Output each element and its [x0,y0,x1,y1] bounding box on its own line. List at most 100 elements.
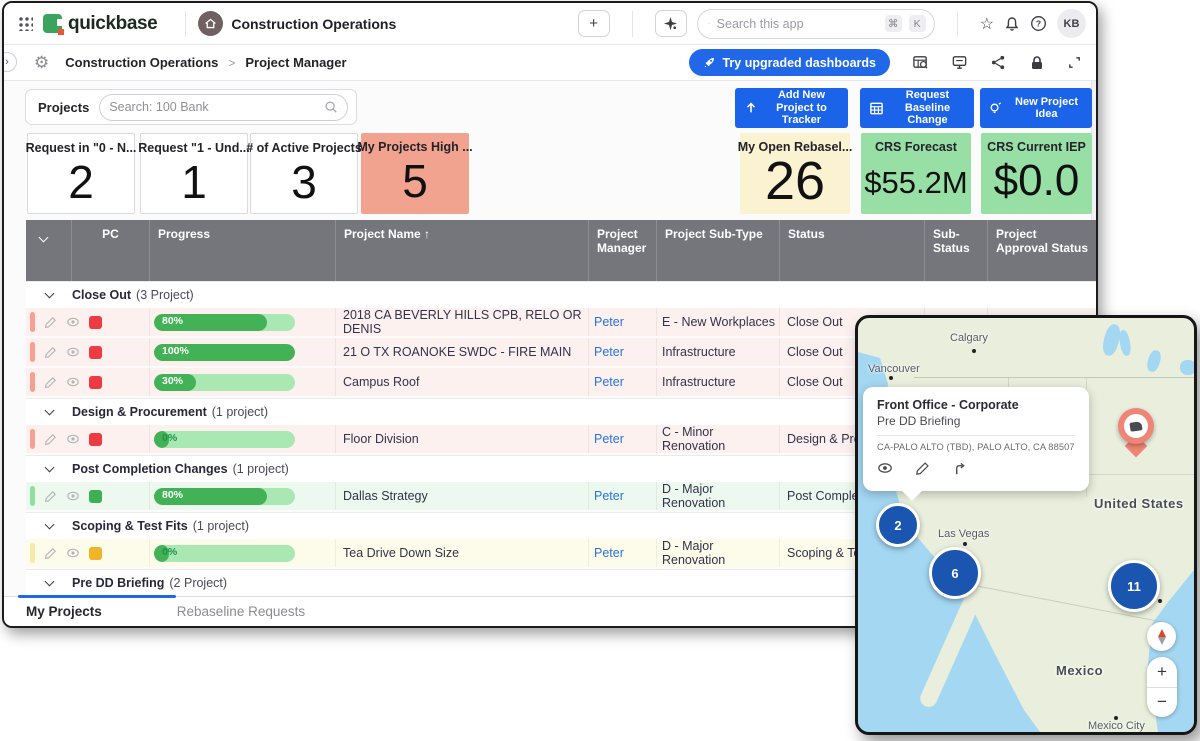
project-name[interactable]: Campus Roof [336,368,589,396]
edit-pencil-icon[interactable] [915,460,930,476]
lock-icon[interactable] [1029,55,1045,71]
kpi-label: CRS Forecast [875,140,957,154]
col-header-progress[interactable]: Progress [150,220,336,281]
rocket-icon [703,56,716,69]
edit-pencil-icon[interactable] [44,433,57,446]
edit-pencil-icon[interactable] [44,376,57,389]
view-eye-icon[interactable] [66,345,80,359]
project-manager-link[interactable]: Peter [594,315,624,329]
project-manager-link[interactable]: Peter [594,546,624,560]
search-input[interactable] [717,17,878,31]
report-table-icon[interactable] [912,54,929,71]
zoom-out-button[interactable]: − [1147,688,1177,718]
kpi-card[interactable]: Request "1 - Und... 1 [140,133,248,214]
edit-pencil-icon[interactable] [44,547,57,560]
breadcrumb-app[interactable]: Construction Operations [65,55,218,70]
col-header-status[interactable]: Status [780,220,925,281]
project-name[interactable]: Floor Division [336,425,589,453]
try-upgraded-dashboards-button[interactable]: Try upgraded dashboards [689,49,890,76]
map-label-mexico: Mexico [1056,663,1103,678]
new-project-idea-button[interactable]: New Project Idea [980,88,1092,128]
view-eye-icon[interactable] [66,375,80,389]
group-name: Post Completion Changes [72,462,228,476]
view-eye-icon[interactable] [877,460,893,476]
request-baseline-change-button[interactable]: Request Baseline Change [860,88,974,128]
project-manager-link[interactable]: Peter [594,489,624,503]
quickbase-logo-icon[interactable] [43,14,62,33]
progress-bar: 0% [154,545,295,562]
kpi-card[interactable]: CRS Forecast $55.2M [861,133,971,214]
col-header-pc[interactable]: PC [72,220,150,281]
user-avatar[interactable]: KB [1057,9,1086,38]
view-eye-icon[interactable] [66,546,80,560]
sparkle-icon [663,16,678,31]
col-header-sub-type[interactable]: Project Sub-Type [657,220,780,281]
search-icon [708,17,710,30]
breadcrumb-separator: > [228,56,235,70]
chevron-down-icon[interactable] [26,524,72,528]
project-name[interactable]: Dallas Strategy [336,482,589,510]
chevron-down-icon[interactable] [26,410,72,414]
edit-pencil-icon[interactable] [44,346,57,359]
map-cluster-6[interactable]: 6 [929,547,981,599]
kiosk-presentation-icon[interactable] [951,54,968,71]
col-header-project-name[interactable]: Project Name ↑ [336,220,589,281]
group-count: (1 project) [193,519,249,533]
col-header-approval-status[interactable]: Project Approval Status [988,220,1096,281]
settings-gear-icon[interactable]: ⚙ [34,53,49,73]
app-switcher-grid-icon[interactable] [18,16,33,31]
projects-search-input[interactable] [109,100,324,114]
row-color-strip [30,429,35,449]
project-name[interactable]: 2018 CA BEVERLY HILLS CPB, RELO OR DENIS [336,308,589,336]
kpi-card[interactable]: My Projects High ... 5 [361,133,469,214]
compass-control[interactable] [1147,622,1176,651]
map-label-calgary: Calgary [950,332,988,344]
notifications-bell-icon[interactable] [1004,16,1020,32]
compass-needle-north [1158,629,1166,637]
chevron-down-icon[interactable] [26,293,72,297]
add-new-project-button[interactable]: Add New Project to Tracker [735,88,848,128]
project-name[interactable]: Tea Drive Down Size [336,539,589,567]
tab-my-projects[interactable]: My Projects [26,604,102,619]
map-cluster-2[interactable]: 2 [876,503,920,547]
kpi-card[interactable]: CRS Current IEP $0.0 [981,133,1092,214]
project-manager-link[interactable]: Peter [594,375,624,389]
project-manager-link[interactable]: Peter [594,432,624,446]
view-eye-icon[interactable] [66,315,80,329]
share-icon[interactable] [990,54,1007,71]
app-search-box[interactable]: ⌘ K [697,9,935,39]
map-canvas[interactable]: Calgary Vancouver United States Las Vega… [858,318,1194,732]
group-count: (3 Project) [136,288,194,302]
fullscreen-expand-icon[interactable] [1067,55,1082,70]
progress-bar: 30% [154,374,295,391]
directions-icon[interactable] [952,460,967,476]
kbd-k: K [909,15,926,32]
app-home-icon[interactable] [198,11,223,36]
favorite-star-icon[interactable]: ☆ [980,14,994,34]
group-header[interactable]: Close Out (3 Project) [26,281,1096,308]
chevron-down-icon[interactable] [26,467,72,471]
kpi-label: CRS Current IEP [987,140,1086,154]
edit-pencil-icon[interactable] [44,490,57,503]
quickbase-wordmark[interactable]: quickbase [68,13,157,35]
map-cluster-11[interactable]: 11 [1108,560,1160,612]
view-eye-icon[interactable] [66,432,80,446]
projects-search-box[interactable] [99,94,348,121]
help-icon[interactable]: ? [1030,15,1047,32]
zoom-in-button[interactable]: + [1147,657,1177,688]
collapse-all-chevron[interactable] [26,220,72,281]
tab-rebaseline-requests[interactable]: Rebaseline Requests [177,604,305,619]
ai-sparkle-button[interactable] [655,10,687,37]
col-header-sub-status[interactable]: Sub-Status [925,220,988,281]
kpi-card[interactable]: Request in "0 - N... 2 [27,133,135,214]
map-pin-marker[interactable] [1116,408,1156,456]
kpi-card[interactable]: My Open Rebasel... 26 [740,133,850,214]
add-new-button[interactable]: + [578,10,610,37]
project-name[interactable]: 21 O TX ROANOKE SWDC - FIRE MAIN [336,338,589,366]
col-header-project-manager[interactable]: Project Manager [589,220,657,281]
project-manager-link[interactable]: Peter [594,345,624,359]
view-eye-icon[interactable] [66,489,80,503]
chevron-down-icon[interactable] [26,581,72,585]
edit-pencil-icon[interactable] [44,316,57,329]
kpi-card[interactable]: # of Active Projects 3 [250,133,358,214]
